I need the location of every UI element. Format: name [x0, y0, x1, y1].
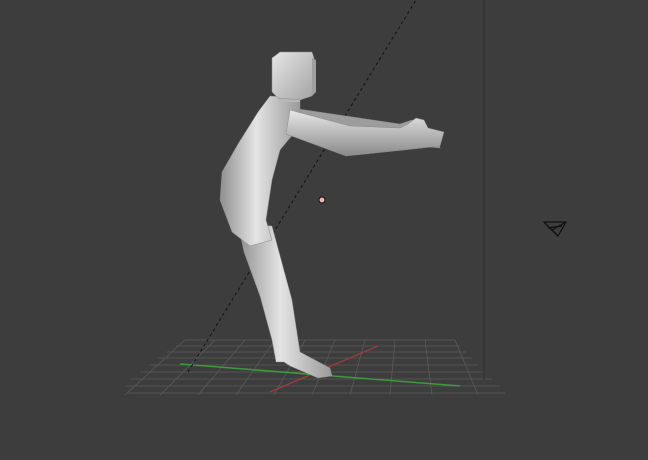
- head-side: [312, 58, 316, 96]
- 3d-viewport[interactable]: [0, 0, 648, 460]
- legs[interactable]: [237, 223, 333, 379]
- head[interactable]: [271, 51, 315, 101]
- right-arm[interactable]: [285, 109, 445, 157]
- viewport-canvas[interactable]: [0, 0, 648, 460]
- light-icon[interactable]: [318, 196, 326, 204]
- humanoid-mesh[interactable]: [219, 51, 445, 379]
- camera-icon[interactable]: [542, 221, 568, 237]
- torso[interactable]: [219, 95, 301, 247]
